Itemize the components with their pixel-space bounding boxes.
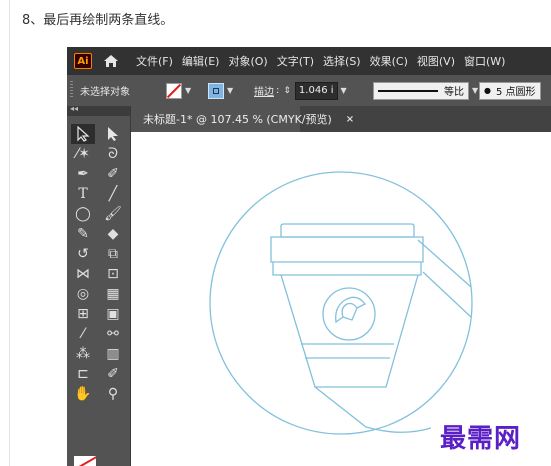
menu-select[interactable]: 选择(S) bbox=[323, 53, 361, 69]
stepper-icon[interactable]: ⇕ bbox=[283, 86, 291, 96]
magic-wand-icon[interactable]: ⁄✶ bbox=[71, 144, 95, 164]
curvature-icon[interactable]: ✐ bbox=[101, 164, 125, 184]
scale-icon[interactable]: ⧉ bbox=[101, 244, 125, 264]
line-segment-icon[interactable]: ╱ bbox=[101, 184, 125, 204]
shadow-line-right-lower bbox=[422, 271, 472, 318]
close-icon[interactable]: × bbox=[346, 114, 354, 125]
perspective-grid-icon[interactable]: ▦ bbox=[101, 284, 125, 304]
tools-panel: ◂◂ ⁄✶ ᘐ ✒ ✐ T ╱ ◯ 🖌 ✎ ◆ ↺ ⧉ ⋈ ⊡ ◎ ▦ ⊞ ▣ … bbox=[67, 104, 131, 466]
artboard-canvas[interactable] bbox=[131, 132, 551, 466]
stroke-color-swatch[interactable] bbox=[208, 82, 224, 99]
shadow-line-right bbox=[417, 239, 472, 288]
fill-stroke-indicator[interactable] bbox=[74, 456, 96, 466]
mesh-icon[interactable]: ⊞ bbox=[71, 304, 95, 324]
chevron-down-icon[interactable]: ▼ bbox=[185, 86, 191, 95]
menu-file[interactable]: 文件(F) bbox=[136, 53, 173, 69]
app-logo: Ai bbox=[74, 53, 92, 69]
collapse-icon[interactable]: ◂◂ bbox=[70, 104, 78, 113]
emblem-mark bbox=[335, 296, 366, 324]
stroke-weight-input[interactable]: 1.046 i bbox=[294, 81, 338, 100]
eyedropper-icon[interactable]: ⁄ bbox=[71, 324, 95, 344]
chevron-down-icon[interactable]: ▼ bbox=[472, 86, 478, 95]
emblem-notch bbox=[342, 307, 358, 321]
menu-view[interactable]: 视图(V) bbox=[417, 53, 455, 69]
profile-label: 等比 bbox=[444, 87, 464, 98]
control-bar-grip[interactable] bbox=[70, 81, 73, 99]
menu-edit[interactable]: 编辑(E) bbox=[182, 53, 220, 69]
coffee-cup-artwork bbox=[209, 171, 473, 435]
free-transform-icon[interactable]: ⊡ bbox=[101, 264, 125, 284]
width-icon[interactable]: ⋈ bbox=[71, 264, 95, 284]
brush-dot-icon: ● bbox=[484, 86, 491, 95]
pen-icon[interactable]: ✒ bbox=[71, 164, 95, 184]
illustrator-window: Ai 文件(F) 编辑(E) 对象(O) 文字(T) 选择(S) 效果(C) 视… bbox=[67, 47, 551, 466]
document-tab-bar: 未标题-1* @ 107.45 % (CMYK/预览) × bbox=[131, 106, 551, 132]
stroke-label[interactable]: 描边 bbox=[254, 83, 274, 98]
lasso-icon[interactable]: ᘐ bbox=[101, 144, 125, 164]
symbol-sprayer-icon[interactable]: ⁂ bbox=[71, 344, 95, 364]
menu-window[interactable]: 窗口(W) bbox=[464, 53, 505, 69]
stroke-colon: : bbox=[276, 85, 280, 96]
ellipse-icon[interactable]: ◯ bbox=[71, 204, 95, 224]
fill-swatch-control[interactable]: ▼ bbox=[166, 75, 191, 106]
paintbrush-icon[interactable]: 🖌 bbox=[101, 204, 125, 224]
tool-grid: ⁄✶ ᘐ ✒ ✐ T ╱ ◯ 🖌 ✎ ◆ ↺ ⧉ ⋈ ⊡ ◎ ▦ ⊞ ▣ ⁄ ⚯… bbox=[71, 124, 125, 404]
brush-label: 5 点圆形 bbox=[495, 87, 536, 98]
lid-rim bbox=[272, 262, 422, 276]
hand-icon[interactable]: ✋ bbox=[71, 384, 95, 404]
menu-effect[interactable]: 效果(C) bbox=[370, 53, 408, 69]
stroke-swatch-control[interactable]: ▼ bbox=[208, 75, 233, 106]
brush-definition[interactable]: ● 5 点圆形 bbox=[479, 81, 541, 100]
artboard-icon[interactable]: ⊏ bbox=[71, 364, 95, 384]
menu-type[interactable]: 文字(T) bbox=[277, 53, 314, 69]
tools-panel-header[interactable]: ◂◂ bbox=[67, 104, 130, 116]
menu-bar: Ai 文件(F) 编辑(E) 对象(O) 文字(T) 选择(S) 效果(C) 视… bbox=[67, 47, 551, 75]
cup-body bbox=[280, 274, 419, 388]
direct-selection-tool-icon[interactable] bbox=[101, 124, 125, 144]
gradient-icon[interactable]: ▣ bbox=[101, 304, 125, 324]
home-icon[interactable] bbox=[102, 53, 120, 69]
type-icon[interactable]: T bbox=[71, 184, 95, 204]
shaper-icon[interactable]: ✎ bbox=[71, 224, 95, 244]
lid-middle bbox=[270, 236, 424, 263]
instruction-text: 8、最后再绘制两条直线。 bbox=[22, 13, 174, 28]
stroke-preview bbox=[378, 89, 438, 92]
menu-object[interactable]: 对象(O) bbox=[228, 53, 267, 69]
lid-top bbox=[280, 223, 415, 238]
chevron-down-icon[interactable]: ▼ bbox=[227, 86, 233, 95]
document-title: 未标题-1* @ 107.45 % (CMYK/预览) bbox=[143, 113, 332, 126]
blend-icon[interactable]: ⚯ bbox=[101, 324, 125, 344]
eraser-icon[interactable]: ◆ bbox=[101, 224, 125, 244]
rotate-icon[interactable]: ↺ bbox=[71, 244, 95, 264]
watermark-text: 最需网 bbox=[440, 424, 522, 454]
emblem-circle bbox=[322, 287, 376, 341]
selection-tool-icon[interactable] bbox=[71, 124, 95, 144]
document-tab[interactable]: 未标题-1* @ 107.45 % (CMYK/预览) × bbox=[131, 106, 354, 132]
shadow-line-bottom bbox=[314, 386, 432, 433]
slice-icon[interactable]: ✐ bbox=[101, 364, 125, 384]
content-left-rule bbox=[9, 0, 10, 466]
zoom-icon[interactable]: ⚲ bbox=[101, 384, 125, 404]
fill-none-swatch[interactable] bbox=[166, 82, 182, 99]
column-graph-icon[interactable]: ▥ bbox=[101, 344, 125, 364]
control-bar: 未选择对象 ▼ ▼ 描边 : ⇕ 1.046 i ▼ 等比 ▼ ● 5 点圆形 bbox=[67, 75, 551, 107]
variable-width-profile[interactable]: 等比 bbox=[373, 81, 469, 100]
chevron-down-icon[interactable]: ▼ bbox=[341, 86, 347, 95]
shape-builder-icon[interactable]: ◎ bbox=[71, 284, 95, 304]
selection-status: 未选择对象 bbox=[80, 87, 130, 98]
